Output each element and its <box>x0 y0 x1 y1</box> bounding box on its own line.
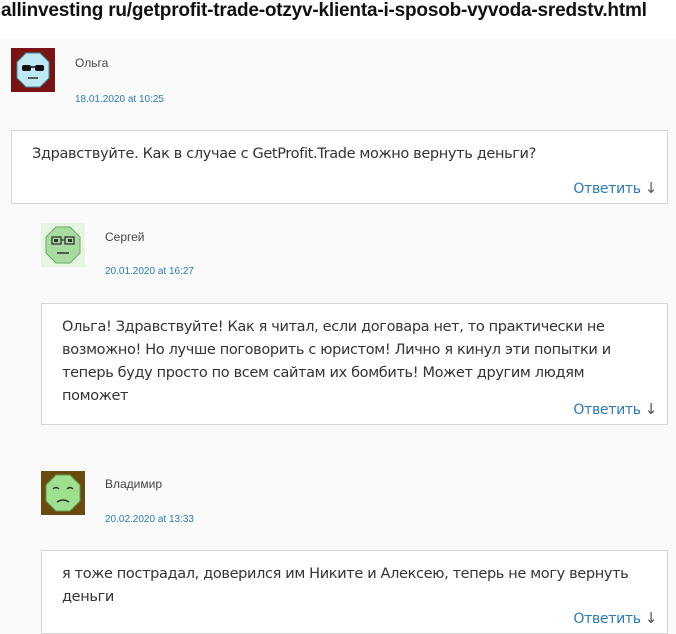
black-sunglasses-face-avatar-icon <box>11 48 55 92</box>
avatar <box>11 48 55 92</box>
sad-face-avatar-icon <box>41 471 85 515</box>
comment-body: Здравствуйте. Как в случае с GetProfit.T… <box>11 130 668 204</box>
avatar <box>41 223 85 267</box>
comment-author: Ольга <box>75 56 109 70</box>
comment-author: Сергей <box>105 230 145 244</box>
reply-button[interactable]: Ответить ↓ <box>573 609 657 627</box>
reply-button[interactable]: Ответить ↓ <box>573 179 657 197</box>
arrow-down-icon: ↓ <box>644 179 658 197</box>
comment-author: Владимир <box>105 477 163 491</box>
comment-body: Ольга! Здравствуйте! Как я читал, если д… <box>41 303 668 425</box>
comment-date-link[interactable]: 20.02.2020 at 13:33 <box>105 514 194 525</box>
comment-text: Ольга! Здравствуйте! Как я читал, если д… <box>62 319 611 404</box>
avatar <box>41 471 85 515</box>
arrow-down-icon: ↓ <box>644 400 658 418</box>
page-title: allinvesting ru/getprofit-trade-otzyv-kl… <box>1 0 671 22</box>
comments-section: Ольга 18.01.2020 at 10:25 Здравствуйте. … <box>0 38 676 634</box>
comment-text: я тоже пострадал, доверился им Никите и … <box>62 566 629 605</box>
glasses-face-avatar-icon <box>41 223 85 267</box>
comment-text: Здравствуйте. Как в случае с GetProfit.T… <box>32 146 536 162</box>
reply-button[interactable]: Ответить ↓ <box>573 400 657 418</box>
comment-body: я тоже пострадал, доверился им Никите и … <box>41 550 668 634</box>
comment-date-link[interactable]: 20.01.2020 at 16:27 <box>105 266 194 277</box>
comment-date-link[interactable]: 18.01.2020 at 10:25 <box>75 94 164 105</box>
arrow-down-icon: ↓ <box>644 609 658 627</box>
